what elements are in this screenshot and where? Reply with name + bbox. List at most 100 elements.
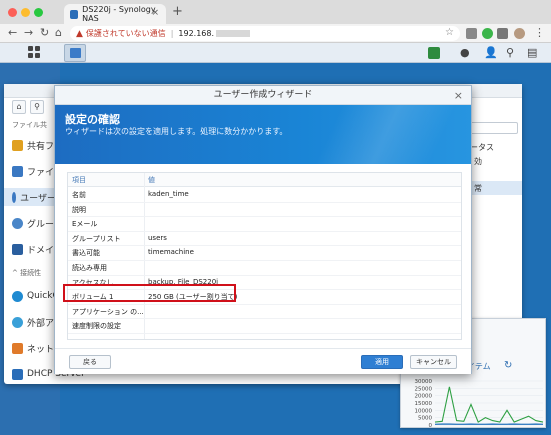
domain-icon bbox=[12, 243, 23, 255]
address-bar-row: ← → ↻ ⌂ ▲ 保護されていない通信 | 192.168. ☆ ⋮ bbox=[0, 24, 551, 43]
tab-close-icon[interactable]: × bbox=[151, 8, 159, 18]
extension-icon[interactable] bbox=[497, 28, 508, 39]
y-tick-label: 20000 bbox=[415, 394, 433, 400]
sidebar-category-connectivity: ^ 接続性 bbox=[12, 268, 41, 278]
row-value: kaden_time bbox=[148, 190, 189, 198]
dsm-taskbar: ● 👤 ⚲ ▤ bbox=[0, 43, 551, 63]
resource-monitor-taskbar-icon[interactable] bbox=[428, 47, 440, 59]
profile-avatar[interactable] bbox=[514, 28, 525, 39]
row-item-label: アプリケーション の... bbox=[72, 307, 144, 316]
reload-icon[interactable]: ↻ bbox=[40, 26, 49, 39]
status-cell: 常 bbox=[474, 184, 482, 193]
column-header-item: 項目 bbox=[72, 176, 86, 184]
row-value: users bbox=[148, 233, 167, 242]
refresh-icon[interactable]: ↻ bbox=[504, 360, 512, 371]
maximize-window-button[interactable] bbox=[34, 8, 43, 17]
sidebar-item-quickconnect[interactable]: QuickC bbox=[12, 287, 59, 305]
warning-icon: ▲ bbox=[76, 28, 83, 39]
user-icon[interactable]: 👤 bbox=[484, 46, 498, 59]
user-icon bbox=[12, 191, 17, 203]
row-item-label: 速度制限の設定 bbox=[72, 322, 121, 331]
notification-icon[interactable]: ● bbox=[460, 46, 470, 59]
table-row: 説明 bbox=[68, 203, 461, 218]
sidebar-item-label: 共有フ bbox=[27, 141, 55, 152]
url-separator: | bbox=[170, 29, 174, 38]
sidebar-item-label: ファイ bbox=[27, 167, 55, 178]
sidebar-item-network[interactable]: ネット bbox=[12, 339, 54, 357]
search-icon[interactable]: ⚲ bbox=[30, 100, 44, 114]
folder-icon bbox=[12, 139, 23, 151]
back-button[interactable]: 戻る bbox=[69, 355, 111, 369]
row-item-label: グループリスト bbox=[72, 234, 121, 243]
network-icon bbox=[12, 342, 23, 354]
sidebar-item-label: ドメイ bbox=[27, 245, 55, 256]
table-row: 名前 kaden_time bbox=[68, 188, 461, 203]
synology-favicon-icon bbox=[70, 9, 79, 19]
sidebar-item-domain[interactable]: ドメイ bbox=[12, 240, 54, 258]
home-icon[interactable]: ⌂ bbox=[55, 26, 62, 39]
y-tick-label: 5000 bbox=[418, 416, 432, 422]
y-tick-label: 10000 bbox=[415, 408, 433, 414]
status-column-header: ータス bbox=[470, 143, 494, 152]
table-row: 書込可能 timemachine bbox=[68, 246, 461, 261]
group-icon bbox=[12, 217, 23, 229]
close-icon[interactable]: × bbox=[454, 86, 463, 105]
sidebar-item-label: 外部ア bbox=[27, 318, 55, 329]
row-value: timemachine bbox=[148, 248, 194, 257]
table-row: アプリケーション の... bbox=[68, 305, 461, 320]
back-arrow-icon[interactable]: ← bbox=[8, 26, 17, 39]
browser-menu-icon[interactable]: ⋮ bbox=[534, 26, 545, 39]
sidebar-category-file-sharing: ファイル共 bbox=[12, 121, 47, 129]
table-row: Eメール bbox=[68, 217, 461, 232]
row-item-label: 名前 bbox=[72, 191, 86, 199]
status-cell: 効 bbox=[474, 157, 482, 166]
table-row: 速度制限の設定 bbox=[68, 319, 461, 334]
sidebar-category-label: 接続性 bbox=[20, 269, 42, 277]
globe-icon bbox=[12, 316, 23, 328]
user-creation-wizard: ユーザー作成ウィザード × 設定の確認 ウィザードは次の設定を適用します。処理に… bbox=[54, 85, 472, 374]
sidebar-item-label: グルー bbox=[27, 219, 55, 230]
sidebar-item-label: ネット bbox=[27, 344, 55, 355]
bookmark-star-icon[interactable]: ☆ bbox=[445, 27, 454, 38]
y-tick-label: 25000 bbox=[415, 386, 433, 392]
wizard-subheading: ウィザードは次の設定を適用します。処理に数分かかります。 bbox=[65, 127, 288, 136]
search-icon[interactable]: ⚲ bbox=[506, 46, 514, 59]
minimize-window-button[interactable] bbox=[21, 8, 30, 17]
wizard-heading: 設定の確認 bbox=[65, 113, 120, 126]
widgets-icon[interactable]: ▤ bbox=[527, 46, 537, 59]
cancel-button[interactable]: キャンセル bbox=[410, 355, 457, 369]
insecure-label: 保護されていない通信 bbox=[85, 29, 166, 38]
apply-button[interactable]: 適用 bbox=[361, 355, 403, 369]
control-panel-taskbar-icon[interactable] bbox=[64, 44, 86, 62]
download-extension-icon[interactable] bbox=[466, 28, 477, 39]
forward-arrow-icon[interactable]: → bbox=[24, 26, 33, 39]
row-item-label: 読込み専用 bbox=[72, 264, 107, 272]
url-field[interactable]: ▲ 保護されていない通信 | 192.168. ☆ bbox=[70, 26, 460, 41]
browser-tab-bar: DS220j - Synology NAS × + bbox=[0, 0, 551, 24]
shield-extension-icon[interactable] bbox=[482, 28, 493, 39]
settings-summary-table: 項目 値 名前 kaden_time 説明 Eメールグループリスト users 書込可能 t… bbox=[67, 172, 462, 340]
url-host: 192.168. bbox=[178, 29, 215, 38]
browser-tab[interactable]: DS220j - Synology NAS × bbox=[64, 4, 166, 24]
close-window-button[interactable] bbox=[8, 8, 17, 17]
sidebar-item-external-access[interactable]: 外部ア bbox=[12, 313, 54, 331]
network-chart: 3000025000 200001500010000 50000 bbox=[415, 379, 544, 427]
quickconnect-icon bbox=[12, 290, 23, 302]
dhcp-server-icon bbox=[12, 368, 23, 380]
wizard-title: ユーザー作成ウィザード bbox=[55, 86, 471, 105]
new-tab-button[interactable]: + bbox=[172, 4, 183, 19]
sidebar-item-file-services[interactable]: ファイ bbox=[12, 162, 54, 180]
volume-highlight-box bbox=[63, 284, 236, 302]
table-row: グループリスト users bbox=[68, 232, 461, 247]
user-search-input[interactable] bbox=[466, 122, 518, 134]
wizard-footer: 戻る 適用 キャンセル bbox=[55, 348, 471, 374]
table-header: 項目 値 bbox=[68, 173, 461, 187]
row-item-label: Eメール bbox=[72, 220, 98, 229]
file-services-icon bbox=[12, 165, 23, 177]
chevron-up-icon[interactable]: ^ bbox=[12, 269, 20, 277]
sidebar-item-user[interactable]: ユーザー bbox=[4, 188, 56, 206]
main-menu-icon[interactable] bbox=[28, 46, 41, 59]
home-icon[interactable]: ⌂ bbox=[12, 100, 26, 114]
sidebar-item-shared-folder[interactable]: 共有フ bbox=[12, 136, 54, 154]
sidebar-item-group[interactable]: グルー bbox=[12, 214, 54, 232]
